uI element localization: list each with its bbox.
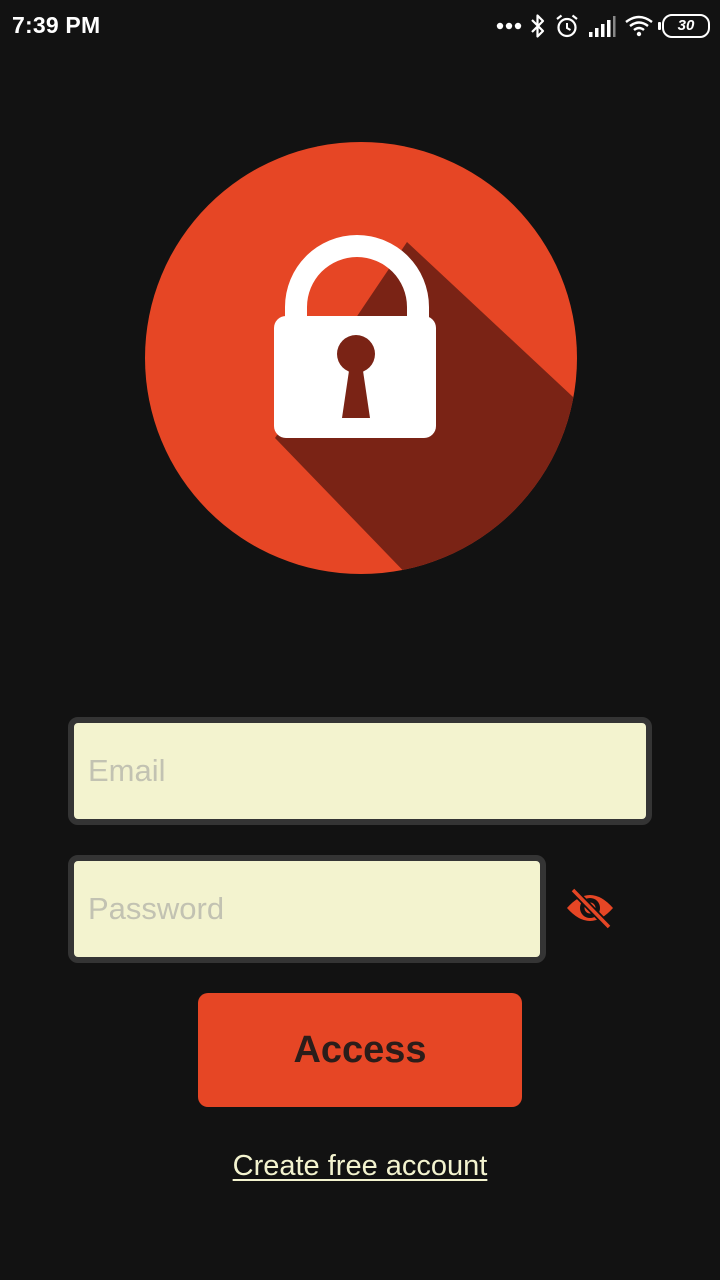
email-field-container xyxy=(68,717,652,825)
status-time: 7:39 PM xyxy=(12,12,101,38)
eye-off-icon xyxy=(567,887,613,930)
more-dots-icon xyxy=(496,21,522,31)
password-field-container xyxy=(68,855,546,963)
status-bar: 7:39 PM 30 xyxy=(0,0,720,52)
padlock-icon xyxy=(145,142,577,574)
toggle-password-visibility[interactable] xyxy=(562,884,618,932)
password-input[interactable] xyxy=(88,861,540,957)
bluetooth-icon xyxy=(530,13,546,39)
login-screen: 7:39 PM 30 Email Access Create free acco… xyxy=(0,0,720,1280)
battery-icon: 30 xyxy=(658,14,710,38)
battery-level: 30 xyxy=(677,17,695,34)
app-logo xyxy=(145,142,577,574)
create-account-link[interactable]: Create free account xyxy=(0,1150,720,1183)
signal-icon xyxy=(588,14,616,38)
email-input[interactable] xyxy=(88,723,646,819)
alarm-icon xyxy=(554,13,580,39)
wifi-icon xyxy=(624,14,654,38)
status-icons: 30 xyxy=(496,10,710,42)
access-button[interactable]: Access xyxy=(198,993,522,1107)
